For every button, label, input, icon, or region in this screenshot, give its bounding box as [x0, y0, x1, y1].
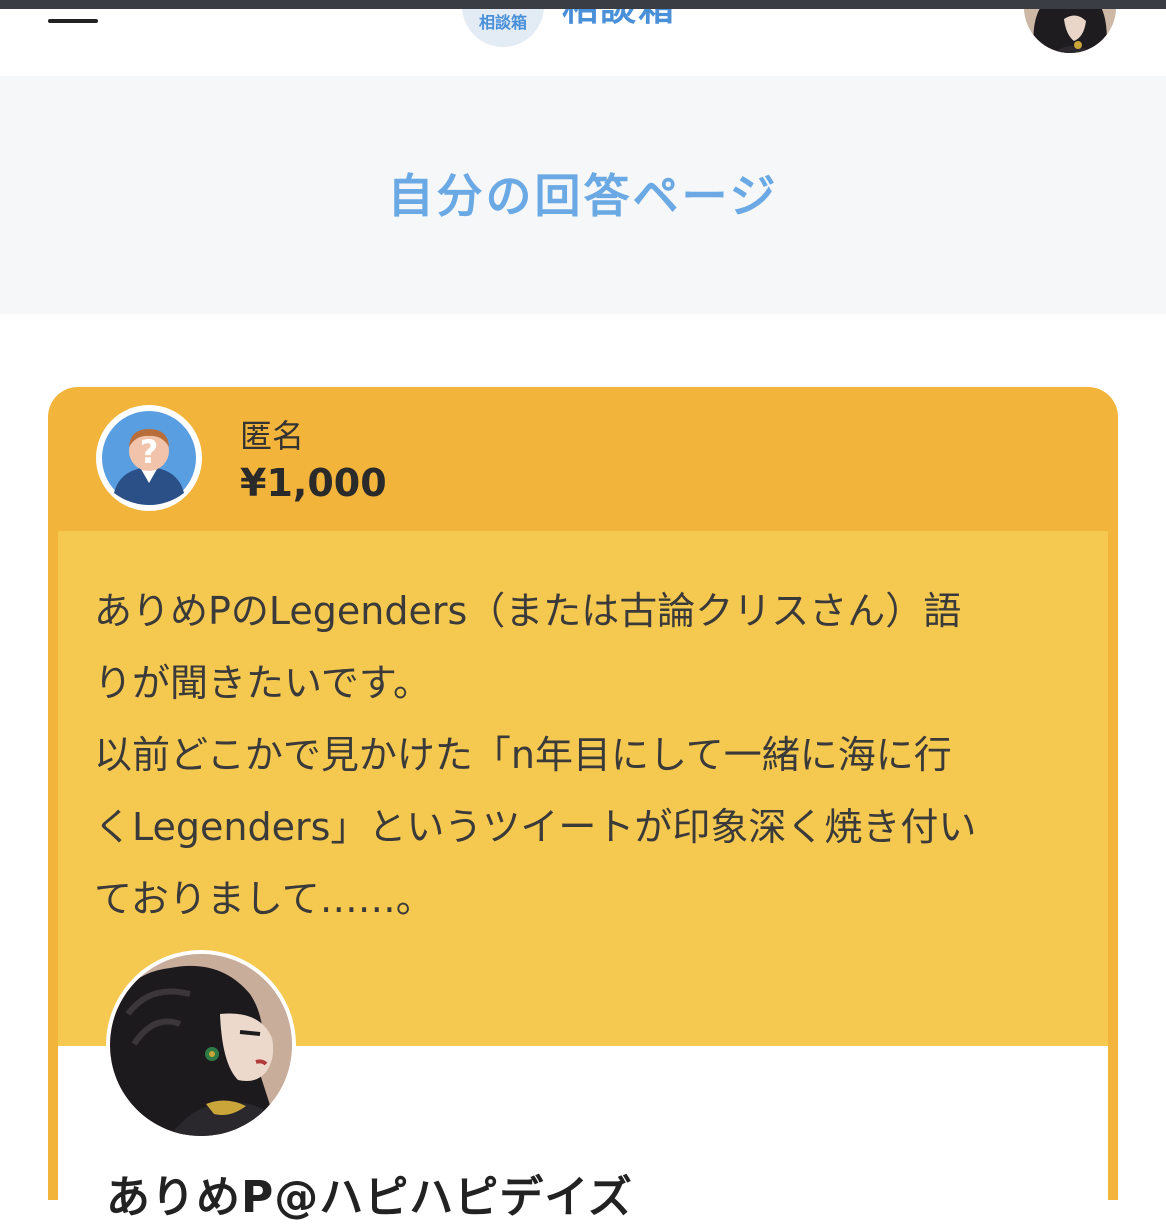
logo-icon[interactable]: 相談箱: [462, 9, 544, 47]
answerer-name[interactable]: ありめP@ハピハピデイズ: [106, 1170, 633, 1226]
status-bar-strip: [0, 0, 1166, 9]
asker-name: 匿名: [240, 417, 305, 455]
menu-bar-line: [48, 19, 98, 23]
answerer-avatar[interactable]: [106, 950, 296, 1140]
site-logo-text[interactable]: 相談箱: [562, 9, 676, 29]
svg-text:?: ?: [140, 433, 159, 471]
hamburger-menu-icon[interactable]: [48, 9, 100, 39]
user-avatar[interactable]: [1024, 9, 1116, 53]
question-line: 以前どこかで見かけた「n年目にして一緒に海に行: [94, 733, 952, 777]
question-text: ありめPのLegenders（または古論クリスさん）語 りが聞きたいです。 以前…: [94, 575, 1084, 935]
tip-amount: ¥1,000: [240, 461, 387, 505]
page-hero: 自分の回答ページ: [0, 76, 1166, 314]
site-header: 相談箱 相談箱: [0, 9, 1166, 76]
question-line: ありめPのLegenders（または古論クリスさん）語: [94, 589, 962, 633]
anonymous-user-icon: ?: [96, 405, 202, 511]
page-title: 自分の回答ページ: [387, 169, 779, 223]
question-line: りが聞きたいです。: [94, 661, 432, 705]
question-card-header: ? 匿名 ¥1,000: [48, 387, 1118, 531]
logo-badge-text: 相談箱: [478, 13, 527, 32]
question-line: ておりまして……。: [94, 877, 434, 921]
answerer-avatar-image: [110, 954, 292, 1136]
user-avatar-image: [1024, 9, 1116, 53]
question-line: くLegenders」というツイートが印象深く焼き付い: [94, 805, 977, 849]
anonymous-avatar-image: ?: [102, 411, 196, 505]
